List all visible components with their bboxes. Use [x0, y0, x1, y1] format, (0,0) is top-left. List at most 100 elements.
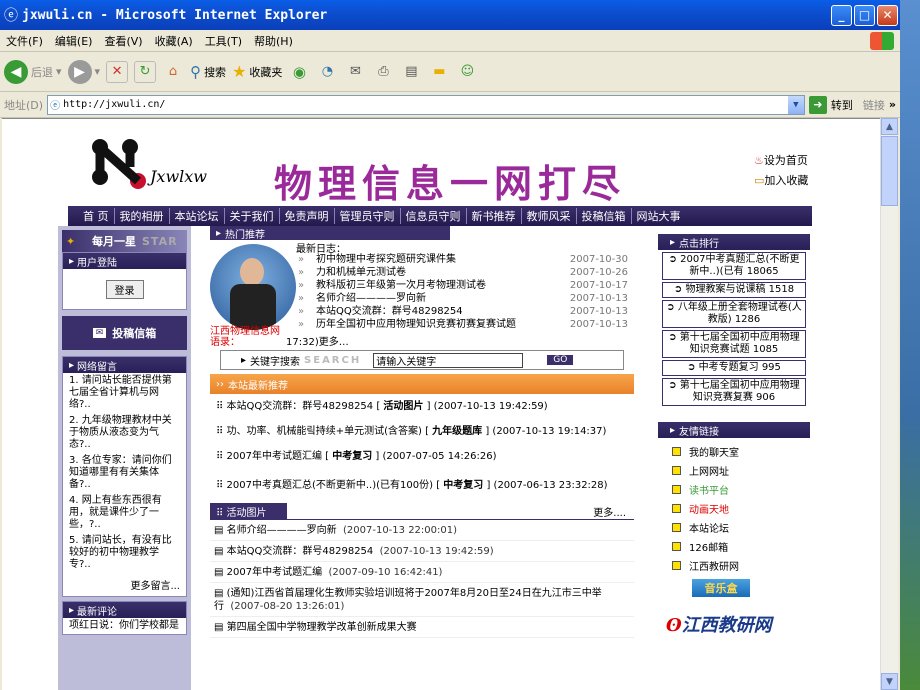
friend-link[interactable]: 动画天地	[658, 499, 810, 518]
rank-item[interactable]: ➲ 第十七届全国初中应用物理知识竞赛试题 1085	[662, 330, 806, 358]
address-bar: 地址(D) ⓔ http://jxwuli.cn/ ▼ ➜ 转到 链接 »	[0, 92, 900, 118]
message-head: 网络留言	[63, 357, 186, 373]
nav-events[interactable]: 网站大事	[632, 208, 686, 224]
hot-item[interactable]: » 本站QQ交流群：群号48298254 2007-10-13	[298, 305, 628, 318]
activity-item[interactable]: ▤ 2007年中考试题汇编 (2007-09-10 16:42:41)	[210, 562, 634, 583]
main-content: ▸ 热门推荐 最新日志： » 初中物理中考探究题研究课件集 2007-10-30 » 力…	[210, 226, 634, 690]
nav-home[interactable]: 首 页	[78, 208, 115, 224]
nav-new-books[interactable]: 新书推荐	[467, 208, 522, 224]
activity-item[interactable]: ▤ 本站QQ交流群：群号48298254 (2007-10-13 19:42:5…	[210, 541, 634, 562]
edit-icon[interactable]: ▤	[400, 61, 422, 83]
menu-help[interactable]: 帮助(H)	[254, 33, 293, 49]
message-item[interactable]: 3. 各位专家：请问你们知道哪里有有关集体备?..	[63, 453, 186, 493]
friend-link[interactable]: 本站论坛	[658, 518, 810, 537]
more-messages-link[interactable]: 更多留言...	[63, 573, 186, 596]
add-favorite-link[interactable]: ▭加入收藏	[754, 171, 808, 191]
login-button[interactable]: 登录	[105, 279, 144, 299]
rank-item[interactable]: ➲ 第十七届全国初中应用物理知识竞赛复赛 906	[662, 378, 806, 406]
back-button[interactable]: ◀ 后退 ▾	[4, 59, 62, 84]
hot-item[interactable]: » 教科版初三年级第一次月考物理测试卷 2007-10-17	[298, 279, 628, 292]
activity-more-link[interactable]: 更多....	[593, 504, 626, 519]
rank-item[interactable]: ➲ 中考专题复习 995	[662, 360, 806, 376]
stop-icon[interactable]: ✕	[106, 60, 129, 83]
submit-mail-banner[interactable]: ✉ 投稿信箱	[62, 316, 187, 350]
forward-button[interactable]: ▶ ▾	[67, 59, 100, 84]
menu-file[interactable]: 文件(F)	[6, 33, 43, 49]
scroll-thumb[interactable]	[881, 136, 898, 206]
activity-item[interactable]: ▤ 第四届全国中学物理教学改革创新成果大赛	[210, 617, 634, 638]
set-home-link[interactable]: ♨设为首页	[754, 151, 808, 171]
menu-edit[interactable]: 编辑(E)	[55, 33, 93, 49]
address-dropdown-icon[interactable]: ▼	[787, 95, 804, 114]
nav-about[interactable]: 关于我们	[225, 208, 280, 224]
go-arrow-icon[interactable]: ➜	[808, 95, 827, 114]
refresh-icon[interactable]: ↻	[134, 60, 157, 83]
friend-link[interactable]: 上网网址	[658, 461, 810, 480]
nav-submit[interactable]: 投稿信箱	[577, 208, 632, 224]
bookmark-icon: ▭	[754, 174, 765, 187]
links-button[interactable]: 链接	[863, 97, 885, 113]
keyword-input[interactable]	[373, 352, 524, 368]
nav-admin-rules[interactable]: 管理员守则	[335, 208, 401, 224]
review-box: 最新评论 项红日说：你们学校都是	[62, 601, 187, 635]
menu-view[interactable]: 查看(V)	[104, 33, 142, 49]
jx-research-logo[interactable]: ʘ江西教研网	[666, 611, 810, 637]
search-go-button[interactable]: GO	[547, 355, 574, 365]
hot-item[interactable]: » 名师介绍————罗向新 2007-10-13	[298, 292, 628, 305]
browser-window: ⓔ jxwuli.cn - Microsoft Internet Explore…	[0, 0, 900, 690]
rank-item[interactable]: ➲ 八年级上册全套物理试卷(人教版) 1286	[662, 300, 806, 328]
desktop-background	[900, 0, 920, 690]
friend-link[interactable]: 江西教研网	[658, 556, 810, 575]
friend-link[interactable]: 126邮箱	[658, 537, 810, 556]
messenger-icon[interactable]: ☺	[456, 61, 478, 83]
media-icon[interactable]: ◉	[288, 61, 310, 83]
menu-tools[interactable]: 工具(T)	[205, 33, 242, 49]
message-item[interactable]: 5. 请问站长，有没有比较好的初中物理教学专?..	[63, 533, 186, 573]
minimize-button[interactable]: _	[831, 4, 852, 26]
page-icon: ⓔ	[50, 101, 61, 112]
quote-more-link[interactable]: 17:32)更多…	[286, 333, 349, 348]
rank-item[interactable]: ➲ 2007中考真题汇总(不断更新中..)(已有 18065	[662, 252, 806, 280]
print-icon[interactable]: ⎙	[372, 61, 394, 83]
hot-item[interactable]: » 初中物理中考探究题研究课件集 2007-10-30	[298, 253, 628, 266]
nav-info-rules[interactable]: 信息员守则	[401, 208, 467, 224]
latest-head: ›› 本站最新推荐	[210, 374, 634, 394]
history-icon[interactable]: ◔	[316, 61, 338, 83]
close-button[interactable]: ✕	[877, 4, 898, 26]
message-item[interactable]: 1. 请问站长能否提供第七届全省计算机与网络?..	[63, 373, 186, 413]
address-input[interactable]: ⓔ http://jxwuli.cn/ ▼	[47, 94, 805, 115]
scroll-down-icon[interactable]: ▼	[881, 673, 898, 690]
maximize-button[interactable]: □	[854, 4, 875, 26]
nav-teachers[interactable]: 教师风采	[522, 208, 577, 224]
home-icon[interactable]: ⌂	[162, 61, 184, 83]
favorites-button[interactable]: ★ 收藏夹	[232, 62, 282, 81]
latest-item[interactable]: ⠿ 本站QQ交流群：群号48298254 [ 活动图片 ] (2007-10-1…	[210, 398, 634, 415]
search-button[interactable]: ⚲ 搜索	[190, 63, 226, 81]
review-item[interactable]: 项红日说：你们学校都是	[63, 618, 186, 634]
title-bar[interactable]: ⓔ jxwuli.cn - Microsoft Internet Explore…	[0, 0, 900, 30]
folder-icon[interactable]: ▬	[428, 61, 450, 83]
activity-item[interactable]: ▤ 名师介绍————罗向新 (2007-10-13 22:00:01)	[210, 520, 634, 541]
nav-disclaimer[interactable]: 免责声明	[280, 208, 335, 224]
vertical-scrollbar[interactable]: ▲ ▼	[880, 118, 898, 690]
hot-item[interactable]: » 历年全国初中应用物理知识竞赛初赛复赛试题 2007-10-13	[298, 318, 628, 331]
chevron-right-icon[interactable]: »	[889, 98, 896, 111]
latest-item[interactable]: ⠿ 2007中考真题汇总(不断更新中..)(已有100份) [ 中考复习 ] (…	[210, 477, 634, 494]
nav-album[interactable]: 我的相册	[115, 208, 170, 224]
friend-link[interactable]: 我的聊天室	[658, 442, 810, 461]
page-viewport[interactable]: Jxwlxw 物理信息一网打尽 ♨设为首页 ▭加入收藏 首 页 我的相册 本站论…	[2, 118, 880, 690]
scroll-up-icon[interactable]: ▲	[881, 118, 898, 135]
go-button[interactable]: 转到	[831, 97, 853, 113]
hot-item[interactable]: » 力和机械单元测试卷 2007-10-26	[298, 266, 628, 279]
menu-favorites[interactable]: 收藏(A)	[155, 33, 193, 49]
message-item[interactable]: 4. 网上有些东西很有用，就是课件少了一些，?..	[63, 493, 186, 533]
nav-forum[interactable]: 本站论坛	[170, 208, 225, 224]
latest-item[interactable]: ⠿ 2007年中考试题汇编 [ 中考复习 ] (2007-07-05 14:26…	[210, 448, 634, 465]
activity-item[interactable]: ▤ (通知)江西省首届理化生教师实验培训班将于2007年8月20日至24日在九江…	[210, 583, 634, 617]
friend-link[interactable]: 读书平台	[658, 480, 810, 499]
rank-item[interactable]: ➲ 物理教案与说课稿 1518	[662, 282, 806, 298]
mail-icon[interactable]: ✉	[344, 61, 366, 83]
latest-item[interactable]: ⠿ 功、功率、机械能맄持续+单元测试(含答案) [ 九年级题库 ] (2007-…	[210, 423, 634, 440]
message-item[interactable]: 2. 九年级物理教材中关于物质从液态变为气态?..	[63, 413, 186, 453]
music-box-button[interactable]: 音乐盒	[692, 579, 750, 597]
